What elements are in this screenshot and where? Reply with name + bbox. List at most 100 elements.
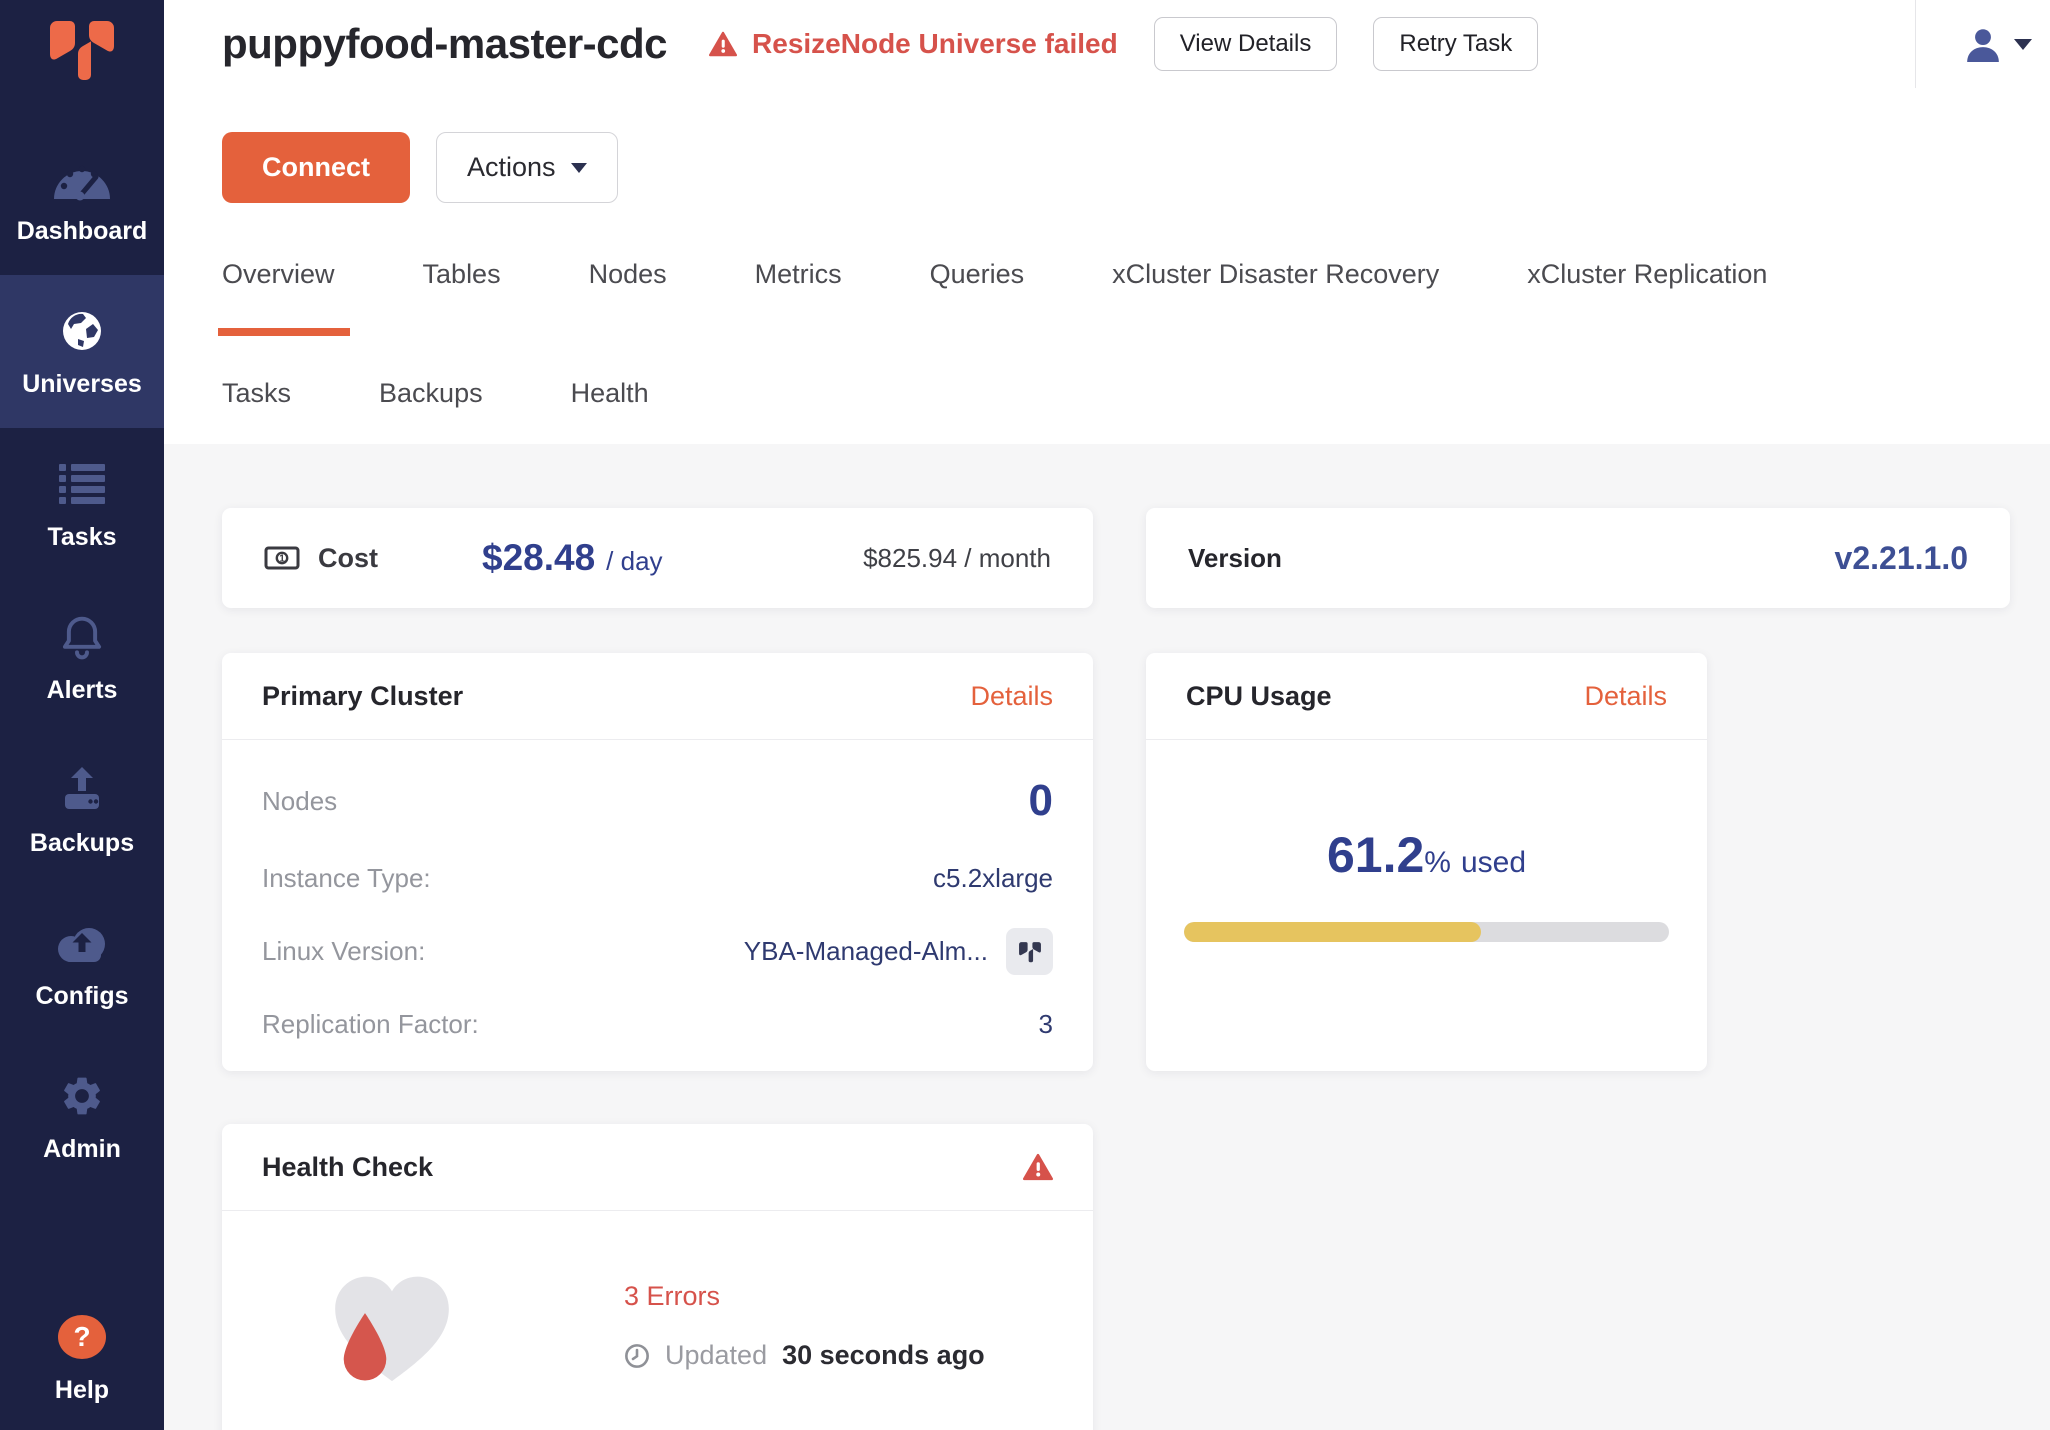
sidebar-item-label: Help bbox=[55, 1376, 109, 1405]
task-error-banner: ResizeNode Universe failed bbox=[709, 28, 1118, 60]
sidebar-item-label: Dashboard bbox=[17, 217, 148, 246]
gear-icon bbox=[59, 1070, 105, 1122]
cpu-usage-card: CPU Usage Details 61.2 % used bbox=[1146, 653, 1707, 1071]
chevron-down-icon bbox=[571, 163, 587, 173]
sidebar-item-universes[interactable]: Universes bbox=[0, 275, 164, 428]
sidebar-item-label: Tasks bbox=[47, 523, 116, 552]
cost-daily-unit: / day bbox=[606, 546, 662, 577]
app-window: Dashboard Universes bbox=[0, 0, 2050, 1430]
cpu-usage-details-link[interactable]: Details bbox=[1584, 681, 1667, 712]
task-error-text: ResizeNode Universe failed bbox=[752, 28, 1118, 60]
cpu-usage-value: 61.2 bbox=[1327, 826, 1424, 884]
main-panel: puppyfood-master-cdc ResizeNode Universe… bbox=[164, 0, 2050, 1430]
warning-triangle-icon bbox=[709, 31, 737, 57]
yugabyte-logo-icon bbox=[44, 18, 120, 82]
tab-xcluster-replication[interactable]: xCluster Replication bbox=[1527, 259, 1767, 336]
cluster-row-label: Replication Factor: bbox=[262, 1009, 479, 1040]
tab-queries[interactable]: Queries bbox=[930, 259, 1025, 336]
cluster-row-label: Instance Type: bbox=[262, 863, 431, 894]
cost-daily-value: $28.48 bbox=[482, 537, 595, 579]
backup-upload-icon bbox=[58, 764, 106, 816]
cluster-row-replication-factor: Replication Factor: 3 bbox=[262, 988, 1053, 1061]
bottom-cards-row: Health Check bbox=[222, 1124, 2010, 1430]
primary-cluster-details-link[interactable]: Details bbox=[970, 681, 1053, 712]
version-card: Version v2.21.1.0 bbox=[1146, 508, 2010, 608]
cluster-row-value: 3 bbox=[1039, 1009, 1053, 1040]
view-details-button[interactable]: View Details bbox=[1154, 17, 1338, 71]
sidebar-item-configs[interactable]: Configs bbox=[0, 887, 164, 1040]
primary-cluster-title: Primary Cluster bbox=[262, 681, 463, 712]
user-menu[interactable] bbox=[1915, 0, 2050, 88]
health-check-body: 3 Errors Updated 30 seconds ago bbox=[222, 1211, 1093, 1419]
money-bill-icon: 1 bbox=[264, 546, 300, 570]
cpu-progress-fill bbox=[1184, 922, 1481, 942]
task-list-icon bbox=[59, 458, 105, 510]
sidebar-item-label: Alerts bbox=[47, 676, 118, 705]
tab-backups[interactable]: Backups bbox=[379, 378, 483, 409]
warning-triangle-icon bbox=[1023, 1153, 1053, 1181]
health-errors-link[interactable]: 3 Errors bbox=[624, 1281, 985, 1312]
cpu-usage-progress-bar bbox=[1184, 922, 1669, 942]
universe-header-row: puppyfood-master-cdc ResizeNode Universe… bbox=[164, 0, 2050, 88]
universe-tabs-row2: Tasks Backups Health bbox=[164, 378, 2050, 444]
retry-task-button[interactable]: Retry Task bbox=[1373, 17, 1538, 71]
sidebar-item-label: Universes bbox=[22, 370, 142, 399]
blood-drop-icon bbox=[339, 1309, 391, 1381]
health-updated-row: Updated 30 seconds ago bbox=[624, 1340, 985, 1371]
cloud-upload-icon bbox=[54, 917, 110, 969]
actions-dropdown-button[interactable]: Actions bbox=[436, 132, 618, 203]
sidebar-item-tasks[interactable]: Tasks bbox=[0, 428, 164, 581]
version-value: v2.21.1.0 bbox=[1835, 540, 1968, 577]
tab-tasks[interactable]: Tasks bbox=[222, 378, 291, 409]
universe-actions-row: Connect Actions bbox=[164, 132, 2050, 203]
globe-icon bbox=[58, 305, 106, 357]
cluster-row-nodes: Nodes 0 bbox=[262, 760, 1053, 842]
sidebar-item-label: Configs bbox=[35, 982, 128, 1011]
cost-daily-group: $28.48 / day bbox=[482, 537, 663, 579]
primary-cluster-card: Primary Cluster Details Nodes 0 Instance… bbox=[222, 653, 1093, 1071]
tab-nodes[interactable]: Nodes bbox=[589, 259, 667, 336]
tab-tables[interactable]: Tables bbox=[423, 259, 501, 336]
tab-health[interactable]: Health bbox=[571, 378, 649, 409]
cluster-row-instance-type: Instance Type: c5.2xlarge bbox=[262, 842, 1053, 915]
sidebar-item-label: Admin bbox=[43, 1135, 121, 1164]
universe-title: puppyfood-master-cdc bbox=[222, 20, 667, 68]
sidebar-item-admin[interactable]: Admin bbox=[0, 1040, 164, 1193]
cpu-usage-body: 61.2 % used bbox=[1146, 740, 1707, 942]
cpu-usage-percent-sign: % bbox=[1424, 846, 1451, 880]
sidebar-item-dashboard[interactable]: Dashboard bbox=[0, 122, 164, 275]
cluster-row-value: YBA-Managed-Alm... bbox=[744, 928, 1053, 975]
cost-label: Cost bbox=[318, 543, 378, 574]
health-updated-label: Updated bbox=[665, 1340, 767, 1371]
connect-button[interactable]: Connect bbox=[222, 132, 410, 203]
chevron-down-icon bbox=[2014, 39, 2032, 50]
tab-metrics[interactable]: Metrics bbox=[755, 259, 842, 336]
sidebar-item-help[interactable]: ? Help bbox=[0, 1294, 164, 1422]
help-icon: ? bbox=[58, 1311, 106, 1363]
yba-image-badge bbox=[1006, 928, 1053, 975]
cost-label-group: 1 Cost bbox=[264, 543, 378, 574]
linux-version-text: YBA-Managed-Alm... bbox=[744, 936, 988, 967]
yugabyte-mini-logo-icon bbox=[1017, 941, 1043, 963]
yugabyte-logo[interactable] bbox=[0, 0, 164, 122]
tab-xcluster-disaster-recovery[interactable]: xCluster Disaster Recovery bbox=[1112, 259, 1439, 336]
health-updated-value: 30 seconds ago bbox=[782, 1340, 985, 1371]
actions-label: Actions bbox=[467, 152, 556, 183]
top-cards-row: 1 Cost $28.48 / day $825.94 / month Vers… bbox=[222, 508, 2010, 608]
sidebar-item-alerts[interactable]: Alerts bbox=[0, 581, 164, 734]
cluster-row-label: Linux Version: bbox=[262, 936, 425, 967]
cluster-row-value: c5.2xlarge bbox=[933, 863, 1053, 894]
tab-overview[interactable]: Overview bbox=[222, 259, 335, 336]
primary-cluster-body: Nodes 0 Instance Type: c5.2xlarge Linux … bbox=[222, 740, 1093, 1061]
universe-tabs-row1: Overview Tables Nodes Metrics Queries xC… bbox=[164, 259, 2050, 336]
cost-card: 1 Cost $28.48 / day $825.94 / month bbox=[222, 508, 1093, 608]
sidebar: Dashboard Universes bbox=[0, 0, 164, 1430]
middle-cards-row: Primary Cluster Details Nodes 0 Instance… bbox=[222, 653, 2010, 1071]
cpu-usage-header: CPU Usage Details bbox=[1146, 653, 1707, 740]
primary-cluster-header: Primary Cluster Details bbox=[222, 653, 1093, 740]
cluster-row-label: Nodes bbox=[262, 786, 337, 817]
health-check-card: Health Check bbox=[222, 1124, 1093, 1430]
health-check-header: Health Check bbox=[222, 1124, 1093, 1211]
sidebar-item-backups[interactable]: Backups bbox=[0, 734, 164, 887]
svg-text:1: 1 bbox=[279, 554, 285, 565]
